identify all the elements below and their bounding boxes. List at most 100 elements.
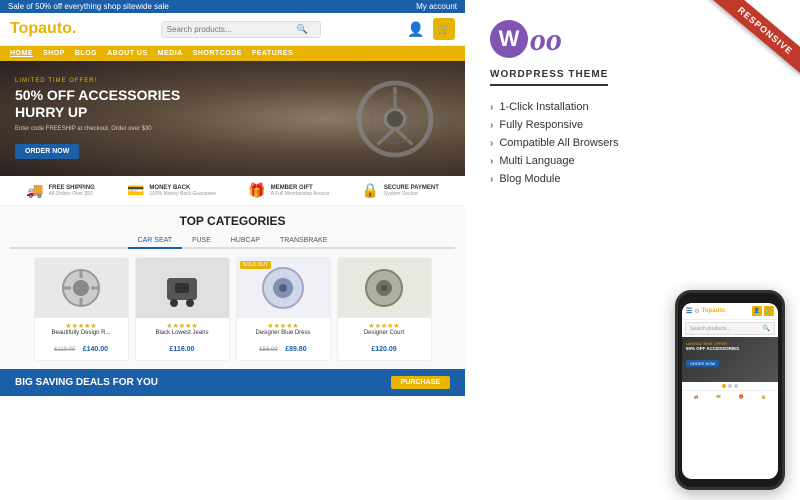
- money-back-icon: 💳: [127, 182, 144, 199]
- hero-order-button[interactable]: ORDER NOW: [15, 144, 79, 159]
- tab-hubcap[interactable]: HUBCAP: [221, 234, 270, 249]
- feature-money-back: 💳 MONEY BACK 100% Money Back Guarantee: [127, 182, 216, 199]
- nav-shop[interactable]: SHOP: [43, 50, 65, 57]
- feature-label-4: Blog Module: [499, 173, 560, 185]
- tab-fuse[interactable]: FUSE: [182, 234, 221, 249]
- deals-text: BIG SAVING DEALS FOR YOU: [15, 377, 158, 388]
- secure-icon: 🔒: [361, 182, 378, 199]
- phone-header: ☰ ⚙ Topauto. 👤 🛒: [682, 303, 778, 320]
- tab-car-seat[interactable]: CAR SEAT: [128, 234, 183, 249]
- phone-order-button: ORDER NOW: [686, 360, 719, 367]
- feature-shipping-sub: All Orders Over $50: [49, 191, 95, 197]
- product-price-0: £140.00: [83, 346, 108, 353]
- site-nav: HOME SHOP BLOG ABOUT US MEDIA SHORTCODE …: [0, 46, 465, 61]
- list-item: › Multi Language: [490, 152, 775, 170]
- feature-label-2: Compatible All Browsers: [499, 137, 618, 149]
- website-preview: Sale of 50% off everything shop sitewide…: [0, 0, 465, 500]
- list-item: SOLD OUT ★★★★★ Designer Blue Dress £56.0…: [236, 257, 331, 361]
- shipping-icon: 🚚: [26, 182, 43, 199]
- woo-text: oo: [530, 21, 562, 58]
- product-name-3: Designer Court: [342, 330, 427, 336]
- phone-hero: LIMITED TIME OFFER 50% OFF ACCESSORIES O…: [682, 337, 778, 382]
- chevron-icon: ›: [490, 138, 493, 149]
- product-price-3: £120.09: [371, 346, 396, 353]
- nav-about[interactable]: ABOUT US: [107, 50, 148, 57]
- nav-media[interactable]: MEDIA: [158, 50, 183, 57]
- list-item: › Blog Module: [490, 170, 775, 188]
- hero-desc: Enter code FREESHIP at checkout. Order o…: [15, 126, 180, 132]
- products-grid: ★★★★★ Beautifully Design R... £119.00 £1…: [10, 257, 455, 361]
- product-name-2: Designer Blue Dress: [241, 330, 326, 336]
- sold-out-badge: SOLD OUT: [240, 261, 272, 269]
- phone-cart-icon: 🛒: [764, 306, 774, 316]
- categories-section: TOP CATEGORIES CAR SEAT FUSE HUBCAP TRAN…: [0, 206, 465, 369]
- nav-features[interactable]: FEATURES: [252, 50, 293, 57]
- phone-features-bar: 🚚 💳 🎁 🔒: [682, 390, 778, 402]
- right-panel: RESPONSIVE W oo WORDPRESS THEME › 1-Clic…: [465, 0, 800, 500]
- logo-prefix: Top: [10, 20, 38, 37]
- product-name-0: Beautifully Design R...: [39, 330, 124, 336]
- search-input[interactable]: [167, 25, 297, 34]
- product-old-price-0: £119.00: [54, 347, 75, 353]
- feature-money-sub: 100% Money Back Guarantee: [149, 191, 216, 197]
- phone-feature-3: 🔒: [761, 394, 766, 399]
- feature-shipping-title: FREE SHIPPING: [49, 185, 95, 191]
- list-item: › Compatible All Browsers: [490, 134, 775, 152]
- feature-secure-sub: System Secure: [384, 191, 439, 197]
- chevron-icon: ›: [490, 156, 493, 167]
- chevron-icon: ›: [490, 102, 493, 113]
- product-info-2: ★★★★★ Designer Blue Dress £56.09 £89.80: [237, 318, 330, 360]
- phone-notch: [715, 297, 745, 302]
- product-stars-1: ★★★★★: [140, 322, 225, 330]
- woo-circle: W: [490, 20, 528, 58]
- feature-gift-sub: A Full Membership Access: [271, 191, 330, 197]
- cart-icon[interactable]: 🛒: [433, 18, 455, 40]
- purchase-button[interactable]: PURCHASE: [391, 376, 450, 389]
- phone-search-icon: 🔍: [763, 325, 770, 332]
- product-icon-2: [258, 263, 308, 313]
- product-name-1: Black Lowest Jeans: [140, 330, 225, 336]
- hero-title: 50% OFF ACCESSORIES HURRY UP: [15, 87, 180, 121]
- feature-label-1: Fully Responsive: [499, 119, 583, 131]
- nav-blog[interactable]: BLOG: [75, 50, 97, 57]
- phone-gear-icon: ⚙: [694, 308, 699, 315]
- features-bar: 🚚 FREE SHIPPING All Orders Over $50 💳 MO…: [0, 176, 465, 206]
- search-bar[interactable]: 🔍: [161, 21, 321, 38]
- product-info-3: ★★★★★ Designer Court £120.09: [338, 318, 431, 360]
- deals-bar: BIG SAVING DEALS FOR YOU PURCHASE: [0, 369, 465, 396]
- hero-content: LIMITED TIME OFFER! 50% OFF ACCESSORIES …: [15, 78, 180, 159]
- list-item: ★★★★★ Black Lowest Jeans £116.00: [135, 257, 230, 361]
- nav-home[interactable]: HOME: [10, 50, 33, 57]
- phone-menu-icon: ☰: [686, 307, 692, 315]
- site-header: Topauto. 🔍 👤 🛒: [0, 13, 465, 46]
- product-stars-0: ★★★★★: [39, 322, 124, 330]
- feature-label-0: 1-Click Installation: [499, 101, 588, 113]
- chevron-icon: ›: [490, 174, 493, 185]
- dot-1: [722, 384, 726, 388]
- product-price-1: £116.00: [170, 346, 195, 353]
- phone-search: Search products... 🔍: [685, 322, 775, 335]
- product-icon-1: [157, 263, 207, 313]
- search-icon: 🔍: [297, 24, 308, 35]
- gift-icon: 🎁: [248, 182, 265, 199]
- feature-secure-title: SECURE PAYMENT: [384, 185, 439, 191]
- product-info-1: ★★★★★ Black Lowest Jeans £116.00: [136, 318, 229, 360]
- phone-search-text: Search products...: [690, 326, 731, 332]
- list-item: › 1-Click Installation: [490, 98, 775, 116]
- nav-shortcode[interactable]: SHORTCODE: [193, 50, 242, 57]
- product-info-0: ★★★★★ Beautifully Design R... £119.00 £1…: [35, 318, 128, 360]
- tab-transbrake[interactable]: TRANSBRAKE: [270, 234, 337, 249]
- phone-user-icon: 👤: [752, 306, 762, 316]
- dot-3: [734, 384, 738, 388]
- phone-cart-icons: 👤 🛒: [752, 306, 774, 316]
- product-icon-0: [56, 263, 106, 313]
- phone-hero-title: 50% OFF ACCESSORIES: [686, 346, 739, 352]
- phone-carousel-dots: [682, 382, 778, 390]
- product-image-2: SOLD OUT: [237, 258, 330, 318]
- announcement-left: Sale of 50% off everything shop sitewide…: [8, 2, 169, 11]
- site-logo: Topauto.: [10, 20, 76, 38]
- user-icon[interactable]: 👤: [405, 18, 427, 40]
- product-image-3: [338, 258, 431, 318]
- product-image-0: [35, 258, 128, 318]
- product-old-price-2: £56.09: [259, 347, 277, 353]
